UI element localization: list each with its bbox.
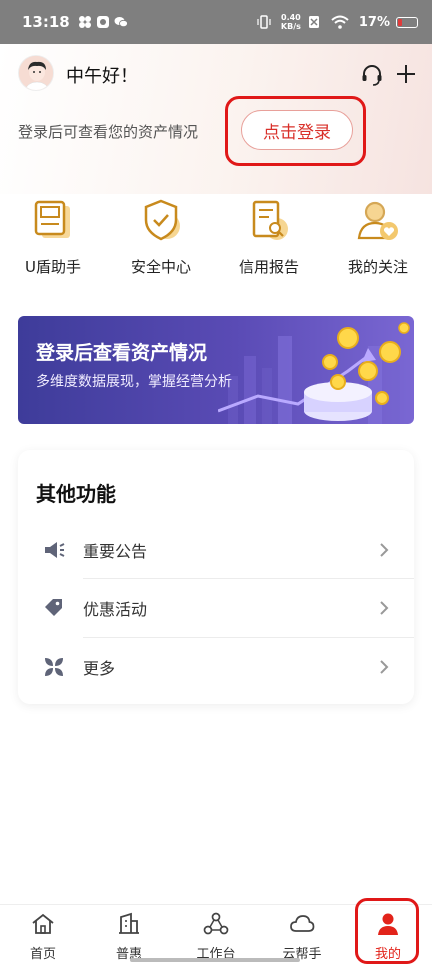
list-item-more[interactable]: 更多 — [18, 638, 414, 696]
avatar[interactable] — [18, 55, 54, 91]
list-item-label: 优惠活动 — [83, 600, 148, 619]
quick-action-label: 安全中心 — [130, 258, 191, 276]
quick-action-favorites[interactable]: 我的关注 — [328, 196, 428, 277]
add-plus-icon[interactable] — [395, 63, 417, 85]
banner-subtitle: 多维度数据展现，掌握经营分析 — [36, 374, 232, 390]
other-functions-title: 其他功能 — [36, 482, 116, 506]
wifi-icon — [331, 15, 349, 29]
network-speed-value: 0.40 — [281, 13, 301, 22]
list-item-label: 重要公告 — [83, 542, 148, 561]
list-item-label: 更多 — [83, 659, 116, 678]
quick-action-security[interactable]: 安全中心 — [111, 196, 211, 277]
status-time: 13:18 — [22, 13, 70, 31]
home-icon — [32, 913, 54, 934]
wechat-icon — [114, 17, 128, 28]
workbench-icon — [203, 912, 229, 935]
announcement-icon — [45, 542, 65, 558]
nav-tab-workbench[interactable]: 工作台 — [181, 911, 251, 962]
quick-action-u-shield[interactable]: U盾助手 — [3, 196, 103, 277]
chevron-right-icon — [380, 543, 389, 557]
vibrate-icon — [257, 15, 271, 29]
promotion-tag-icon — [45, 599, 62, 616]
security-shield-icon — [144, 199, 180, 241]
battery-icon — [396, 16, 418, 28]
list-item-announcement[interactable]: 重要公告 — [18, 521, 414, 579]
promo-banner[interactable]: 登录后查看资产情况 多维度数据展现，掌握经营分析 — [18, 316, 414, 424]
chevron-right-icon — [380, 601, 389, 615]
quick-actions: U盾助手 安全中心 信用报告 我的关注 — [0, 196, 432, 286]
u-shield-icon — [34, 200, 70, 238]
home-indicator[interactable] — [130, 958, 300, 962]
nav-tab-cloud-helper[interactable]: 云帮手 — [267, 911, 337, 962]
battery-percent: 17% — [358, 14, 390, 30]
highlight-annotation-login — [225, 96, 366, 166]
nav-label: 首页 — [29, 947, 56, 962]
chevron-right-icon — [380, 660, 389, 674]
customer-service-headset-icon[interactable] — [360, 63, 384, 87]
my-favorites-icon — [357, 201, 398, 240]
more-grid-icon — [45, 658, 63, 676]
network-speed-unit: KB/s — [280, 22, 301, 31]
app-notification-icon — [96, 16, 109, 28]
quick-action-credit-report[interactable]: 信用报告 — [219, 196, 319, 277]
other-functions-card: 其他功能 重要公告 优惠活动 更多 — [18, 450, 414, 704]
quick-action-label: 我的关注 — [347, 258, 408, 276]
login-hint-text: 登录后可查看您的资产情况 — [18, 123, 199, 141]
app-notification-icon — [78, 16, 91, 28]
nav-tab-puhui[interactable]: 普惠 — [94, 911, 164, 962]
quick-action-label: U盾助手 — [25, 258, 81, 276]
sim-off-icon — [308, 16, 319, 28]
list-item-promotions[interactable]: 优惠活动 — [18, 579, 414, 637]
nav-tab-home[interactable]: 首页 — [8, 911, 78, 962]
credit-report-icon — [252, 200, 288, 240]
banner-coins-illustration — [218, 322, 410, 424]
building-icon — [119, 912, 139, 934]
greeting-text: 中午好！ — [66, 66, 138, 87]
network-speed: 0.40 KB/s — [281, 13, 301, 31]
highlight-annotation-mine-tab — [355, 898, 419, 964]
quick-action-label: 信用报告 — [238, 258, 299, 276]
banner-title: 登录后查看资产情况 — [36, 342, 208, 364]
status-bar: 13:18 0.40 KB/s 17% — [0, 0, 432, 44]
cloud-icon — [290, 915, 315, 932]
